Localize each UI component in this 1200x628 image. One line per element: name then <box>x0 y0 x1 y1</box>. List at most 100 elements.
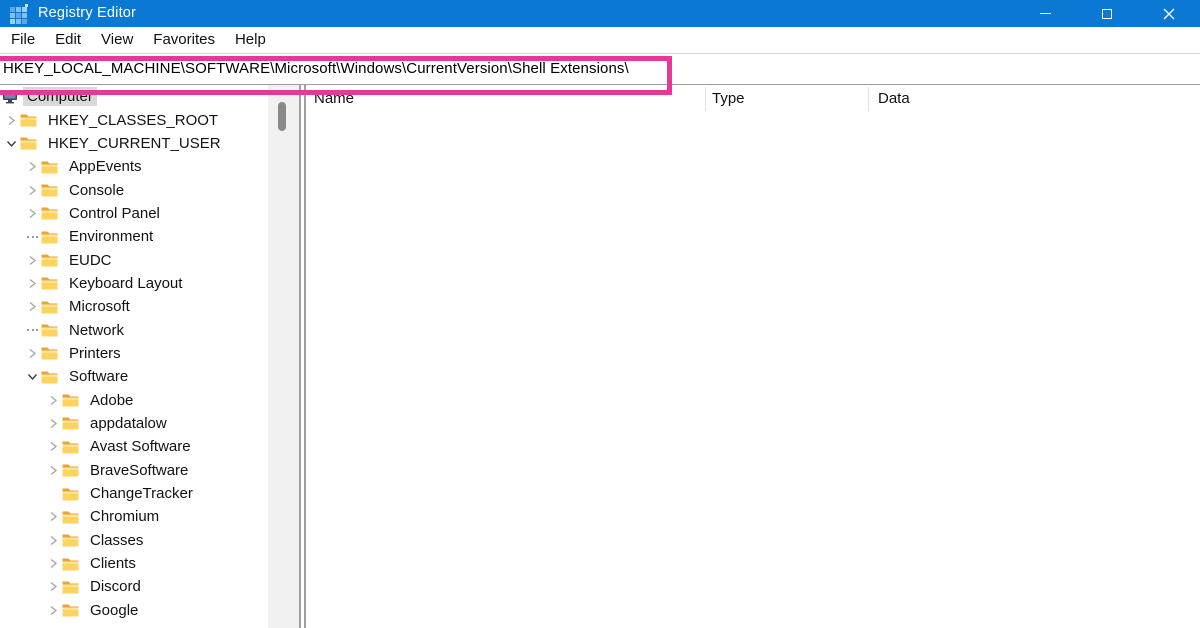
tree-item-changetracker[interactable]: ChangeTracker <box>0 482 268 505</box>
menu-item-help[interactable]: Help <box>225 27 276 53</box>
close-button[interactable] <box>1138 0 1200 27</box>
tree-item-label: Google <box>86 601 142 620</box>
tree-item-label: ChangeTracker <box>86 484 197 503</box>
column-header-data[interactable]: Data <box>878 90 910 107</box>
column-separator[interactable] <box>705 87 706 111</box>
window-title: Registry Editor <box>38 0 136 27</box>
tree-item-microsoft[interactable]: Microsoft <box>0 295 268 318</box>
minimize-icon <box>1040 13 1051 14</box>
folder-icon <box>41 206 58 220</box>
tree-item-adobe[interactable]: Adobe <box>0 388 268 411</box>
title-bar: Registry Editor <box>0 0 1200 27</box>
column-separator[interactable] <box>868 87 869 111</box>
tree-item-google[interactable]: Google <box>0 599 268 622</box>
registry-editor-window: Registry Editor FileEditViewFavoritesHel… <box>0 0 1200 628</box>
tree-item-label: Computer <box>23 87 97 106</box>
folder-icon <box>62 487 79 501</box>
menu-item-view[interactable]: View <box>91 27 143 53</box>
tree-item-environment[interactable]: Environment <box>0 225 268 248</box>
folder-icon <box>41 300 58 314</box>
minimize-button[interactable] <box>1014 0 1076 27</box>
registry-tree-panel: Computer HKEY_CLASSES_ROOT HKEY_CURRENT_US… <box>0 85 268 628</box>
tree-item-bravesoftware[interactable]: BraveSoftware <box>0 459 268 482</box>
panel-divider[interactable] <box>299 85 306 628</box>
tree-item-avast-software[interactable]: Avast Software <box>0 435 268 458</box>
menu-item-file[interactable]: File <box>1 27 45 53</box>
tree-item-console[interactable]: Console <box>0 178 268 201</box>
folder-icon <box>41 230 58 244</box>
address-bar[interactable]: HKEY_LOCAL_MACHINE\SOFTWARE\Microsoft\Wi… <box>0 53 1200 85</box>
folder-icon <box>41 160 58 174</box>
chevron-right-icon[interactable] <box>49 581 58 592</box>
tree-item-control-panel[interactable]: Control Panel <box>0 202 268 225</box>
chevron-right-icon[interactable] <box>28 348 37 359</box>
tree-item-computer[interactable]: Computer <box>0 85 268 108</box>
tree-item-label: Clients <box>86 554 140 573</box>
tree-item-label: Console <box>65 181 128 200</box>
tree-item-clients[interactable]: Clients <box>0 552 268 575</box>
chevron-right-icon[interactable] <box>28 185 37 196</box>
chevron-right-icon[interactable] <box>49 511 58 522</box>
chevron-right-icon[interactable] <box>49 441 58 452</box>
chevron-right-icon[interactable] <box>28 278 37 289</box>
list-column-header: Name Type Data <box>306 85 1200 113</box>
tree-item-label: Control Panel <box>65 204 164 223</box>
close-icon <box>1163 8 1175 20</box>
tree-item-keyboard-layout[interactable]: Keyboard Layout <box>0 272 268 295</box>
tree-item-label: BraveSoftware <box>86 461 192 480</box>
tree-item-network[interactable]: Network <box>0 318 268 341</box>
tree-item-label: Discord <box>86 577 145 596</box>
tree-item-appdatalow[interactable]: appdatalow <box>0 412 268 435</box>
address-path-text: HKEY_LOCAL_MACHINE\SOFTWARE\Microsoft\Wi… <box>3 54 629 84</box>
tree-item-label: appdatalow <box>86 414 171 433</box>
folder-icon <box>62 393 79 407</box>
tree-scrollbar-thumb[interactable] <box>278 102 286 131</box>
tree-item-printers[interactable]: Printers <box>0 342 268 365</box>
chevron-right-icon[interactable] <box>49 535 58 546</box>
tree-item-discord[interactable]: Discord <box>0 575 268 598</box>
folder-icon <box>41 253 58 267</box>
main-area: Computer HKEY_CLASSES_ROOT HKEY_CURRENT_US… <box>0 85 1200 628</box>
folder-icon <box>41 276 58 290</box>
maximize-button[interactable] <box>1076 0 1138 27</box>
tree-item-hkey-current-user[interactable]: HKEY_CURRENT_USER <box>0 132 268 155</box>
tree-item-label: Software <box>65 367 132 386</box>
tree-item-label: Keyboard Layout <box>65 274 186 293</box>
chevron-right-icon[interactable] <box>28 208 37 219</box>
computer-icon <box>2 90 19 104</box>
maximize-icon <box>1102 9 1112 19</box>
tree-item-chromium[interactable]: Chromium <box>0 505 268 528</box>
tree-connector-dots <box>27 329 38 331</box>
tree-item-eudc[interactable]: EUDC <box>0 248 268 271</box>
menu-item-favorites[interactable]: Favorites <box>143 27 225 53</box>
column-header-type[interactable]: Type <box>712 90 745 107</box>
tree-item-appevents[interactable]: AppEvents <box>0 155 268 178</box>
chevron-right-icon[interactable] <box>49 465 58 476</box>
chevron-right-icon[interactable] <box>49 395 58 406</box>
tree-item-classes[interactable]: Classes <box>0 529 268 552</box>
tree-item-hkey-classes-root[interactable]: HKEY_CLASSES_ROOT <box>0 108 268 131</box>
folder-icon <box>41 323 58 337</box>
tree-item-label: Environment <box>65 227 157 246</box>
tree-item-label: HKEY_CURRENT_USER <box>44 134 225 153</box>
tree-item-label: EUDC <box>65 251 116 270</box>
chevron-right-icon[interactable] <box>7 115 16 126</box>
values-list-body <box>306 113 1200 628</box>
tree-connector-dots <box>27 236 38 238</box>
chevron-right-icon[interactable] <box>28 161 37 172</box>
chevron-down-icon[interactable] <box>6 139 17 148</box>
folder-icon <box>20 136 37 150</box>
chevron-right-icon[interactable] <box>49 418 58 429</box>
tree-item-label: Printers <box>65 344 125 363</box>
chevron-right-icon[interactable] <box>49 558 58 569</box>
tree-scrollbar-track[interactable] <box>268 85 299 628</box>
column-header-name[interactable]: Name <box>314 90 354 107</box>
chevron-down-icon[interactable] <box>27 372 38 381</box>
chevron-right-icon[interactable] <box>28 301 37 312</box>
chevron-right-icon[interactable] <box>28 255 37 266</box>
tree-item-software[interactable]: Software <box>0 365 268 388</box>
chevron-right-icon[interactable] <box>49 605 58 616</box>
folder-icon <box>62 580 79 594</box>
tree-item-partial[interactable] <box>0 622 268 628</box>
menu-item-edit[interactable]: Edit <box>45 27 91 53</box>
